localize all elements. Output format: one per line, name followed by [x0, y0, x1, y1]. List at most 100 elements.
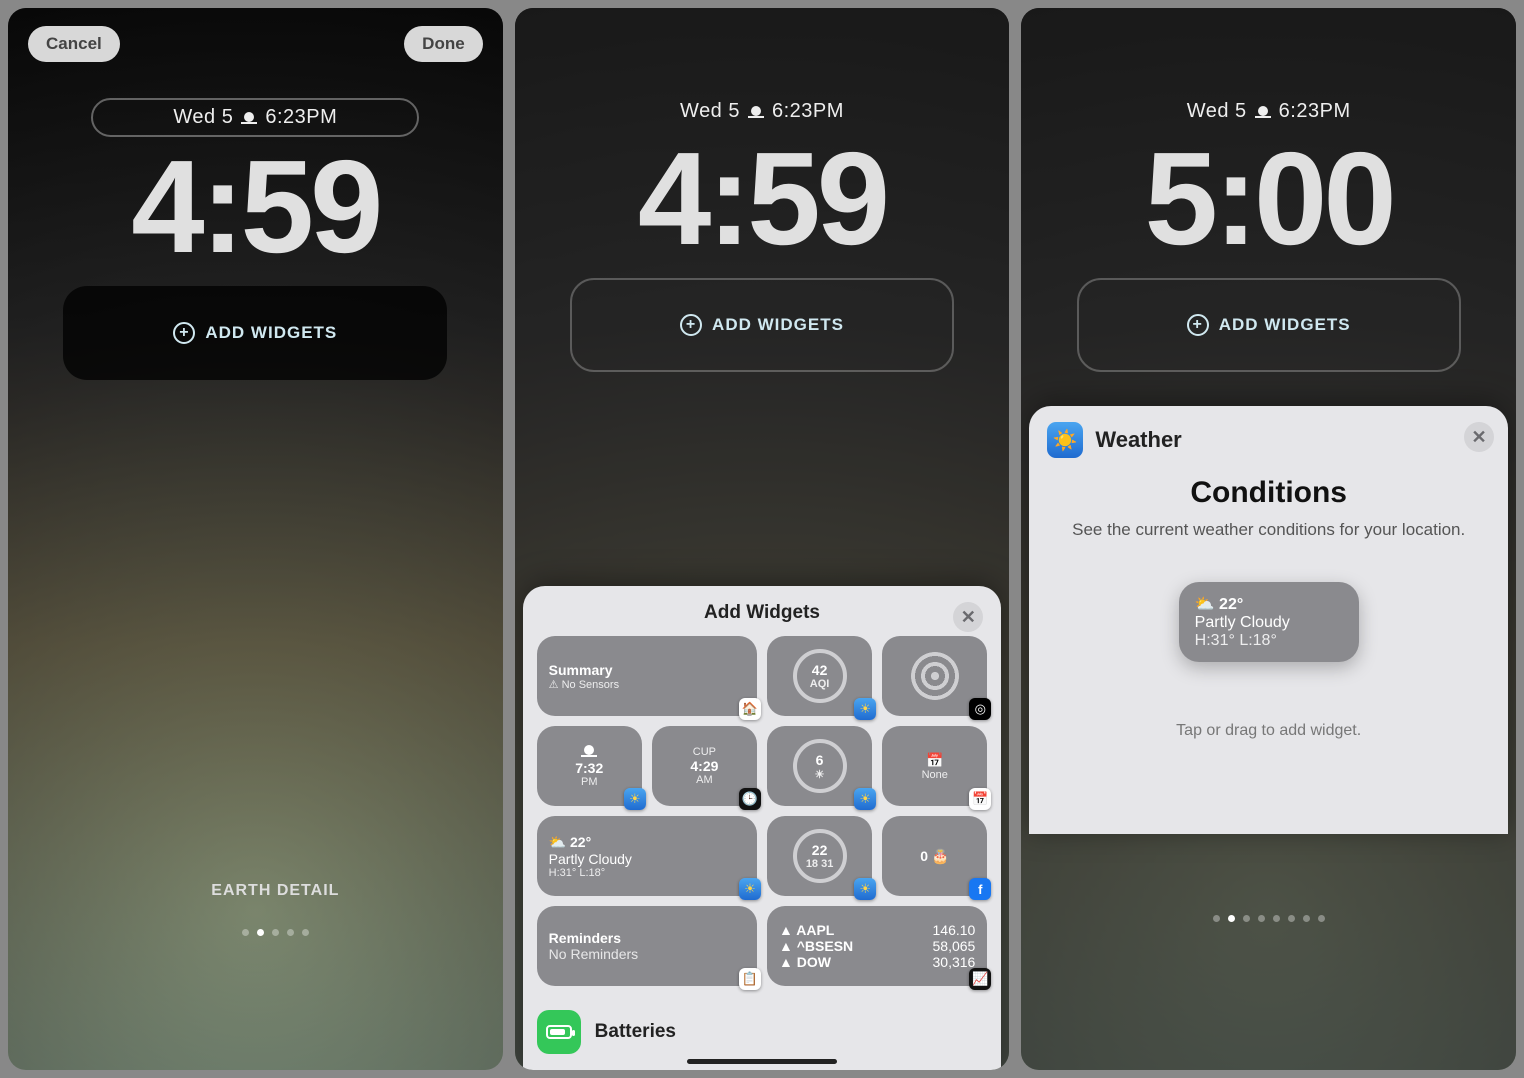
stock-sym: ▲ DOW [779, 954, 831, 970]
phone-panel-2: Wed 5 6:23PM 4:59 + ADD WIDGETS Add Widg… [515, 8, 1010, 1070]
widget-uv-index[interactable]: 6☀ ☀ [767, 726, 872, 806]
add-widgets-slot-2: + ADD WIDGETS [570, 278, 954, 372]
birthday-count: 0 [920, 848, 928, 864]
widget-moon[interactable]: 2218 31 ☀ [767, 816, 872, 896]
close-button[interactable]: ✕ [1464, 422, 1494, 452]
sunset-icon [581, 745, 597, 757]
add-widgets-label: ADD WIDGETS [205, 323, 337, 343]
plus-circle-icon: + [173, 322, 195, 344]
stock-val: 146.10 [933, 922, 976, 938]
weather-app-icon: ☀ [854, 878, 876, 900]
widget-preview[interactable]: ⛅ 22° Partly Cloudy H:31° L:18° [1179, 582, 1359, 662]
summary-title: Summary [549, 662, 745, 678]
plus-circle-icon: + [1187, 314, 1209, 336]
add-widgets-label: ADD WIDGETS [712, 315, 844, 335]
sunset-icon [748, 106, 764, 118]
calendar-none: None [922, 769, 948, 781]
clock-app-icon: 🕒 [739, 788, 761, 810]
home-indicator[interactable] [687, 1059, 837, 1064]
widget-stocks[interactable]: ▲ AAPL146.10 ▲ ^BSESN58,065 ▲ DOW30,316 … [767, 906, 987, 986]
battery-icon [546, 1025, 572, 1039]
date-label: Wed 5 [173, 106, 233, 129]
city-label: CUP [693, 746, 716, 758]
widget-variant-desc: See the current weather conditions for y… [1043, 518, 1494, 542]
aqi-value: 42 [812, 662, 828, 678]
uv-value: 6 [816, 752, 824, 768]
city-ampm: AM [696, 774, 713, 786]
home-app-icon: 🏠 [739, 698, 761, 720]
moon-value: 22 [812, 842, 828, 858]
widget-calendar[interactable]: 📅 None 📅 [882, 726, 987, 806]
date-label: Wed 5 [680, 100, 740, 123]
lock-clock-3: 5:00 [1041, 123, 1496, 274]
sunset-time: 6:23PM [772, 100, 844, 123]
app-list-label: Batteries [595, 1021, 676, 1043]
lock-clock-2: 4:59 [535, 123, 990, 274]
stocks-app-icon: 📈 [969, 968, 991, 990]
sunset-time: 7:32 [575, 760, 603, 776]
wallpaper-name-label: EARTH DETAIL [28, 882, 503, 900]
date-label: Wed 5 [1187, 100, 1247, 123]
sheet-title: Add Widgets [704, 602, 820, 624]
add-widgets-slot-3: + ADD WIDGETS [1077, 278, 1461, 372]
done-button[interactable]: Done [404, 26, 483, 62]
sun-icon: ☀ [815, 768, 825, 781]
sunset-time: 6:23PM [1279, 100, 1351, 123]
reminders-app-icon: 📋 [739, 968, 761, 990]
calendar-app-icon: 📅 [969, 788, 991, 810]
weather-app-icon: ☀ [854, 788, 876, 810]
stock-sym: ▲ AAPL [779, 922, 834, 938]
weather-widget-detail-sheet: ☀️ Weather ✕ Conditions See the current … [1029, 406, 1508, 834]
lock-clock[interactable]: 4:59 [28, 131, 483, 282]
calendar-icon: 📅 [926, 752, 943, 769]
widget-weather-conditions[interactable]: ⛅ 22° Partly Cloudy H:31° L:18° ☀ [537, 816, 757, 896]
phone-panel-1: Cancel Done Wed 5 6:23PM 4:59 + ADD WIDG… [8, 8, 503, 1070]
stock-val: 30,316 [933, 954, 976, 970]
sunset-icon [241, 112, 257, 124]
rings-icon [911, 652, 959, 700]
widget-reminders[interactable]: Reminders No Reminders 📋 [537, 906, 757, 986]
widget-world-clock[interactable]: CUP 4:29 AM 🕒 [652, 726, 757, 806]
cancel-button[interactable]: Cancel [28, 26, 120, 62]
add-widgets-sheet: Add Widgets ✕ Summary ⚠︎ No Sensors 🏠 42… [523, 586, 1002, 1070]
weather-app-icon: ☀️ [1047, 422, 1083, 458]
widget-variant-title: Conditions [1043, 476, 1494, 510]
stock-sym: ▲ ^BSESN [779, 938, 853, 954]
weather-app-icon: ☀ [624, 788, 646, 810]
aqi-label: AQI [810, 678, 830, 690]
batteries-app-icon [537, 1010, 581, 1054]
widget-sunset[interactable]: 7:32PM ☀ [537, 726, 642, 806]
add-widgets-slot[interactable]: + ADD WIDGETS [63, 286, 447, 380]
sunset-ampm: PM [575, 776, 603, 788]
page-dots[interactable] [28, 929, 503, 936]
sheet-app-name: Weather [1095, 427, 1181, 453]
widget-aqi[interactable]: 42AQI ☀ [767, 636, 872, 716]
widget-birthdays[interactable]: 0 🎂 f [882, 816, 987, 896]
widget-home-summary[interactable]: Summary ⚠︎ No Sensors 🏠 [537, 636, 757, 716]
app-list-row-batteries[interactable]: Batteries [537, 1010, 988, 1054]
widget-variant-dots[interactable] [1021, 915, 1516, 922]
temp: 22° [570, 834, 591, 850]
reminders-sub: No Reminders [549, 946, 745, 962]
phone-panel-3: Wed 5 6:23PM 5:00 + ADD WIDGETS ☀️ Weath… [1021, 8, 1516, 1070]
plus-circle-icon: + [680, 314, 702, 336]
stock-val: 58,065 [933, 938, 976, 954]
moon-sub: 18 31 [806, 858, 834, 870]
reminders-title: Reminders [549, 930, 745, 946]
fitness-app-icon: ◎ [969, 698, 991, 720]
add-widgets-label: ADD WIDGETS [1219, 315, 1351, 335]
preview-cond: Partly Cloudy [1195, 614, 1343, 632]
add-widget-hint: Tap or drag to add widget. [1043, 722, 1494, 740]
condition: Partly Cloudy [549, 851, 745, 867]
close-button[interactable]: ✕ [953, 602, 983, 632]
weather-app-icon: ☀ [854, 698, 876, 720]
city-time: 4:29 [690, 758, 718, 774]
sunset-time: 6:23PM [265, 106, 337, 129]
facebook-app-icon: f [969, 878, 991, 900]
sunset-icon [1255, 106, 1271, 118]
summary-sub: No Sensors [562, 679, 619, 691]
hilo: H:31° L:18° [549, 867, 745, 879]
weather-app-icon: ☀ [739, 878, 761, 900]
preview-temp: 22° [1219, 596, 1243, 613]
widget-fitness-rings[interactable]: ◎ [882, 636, 987, 716]
